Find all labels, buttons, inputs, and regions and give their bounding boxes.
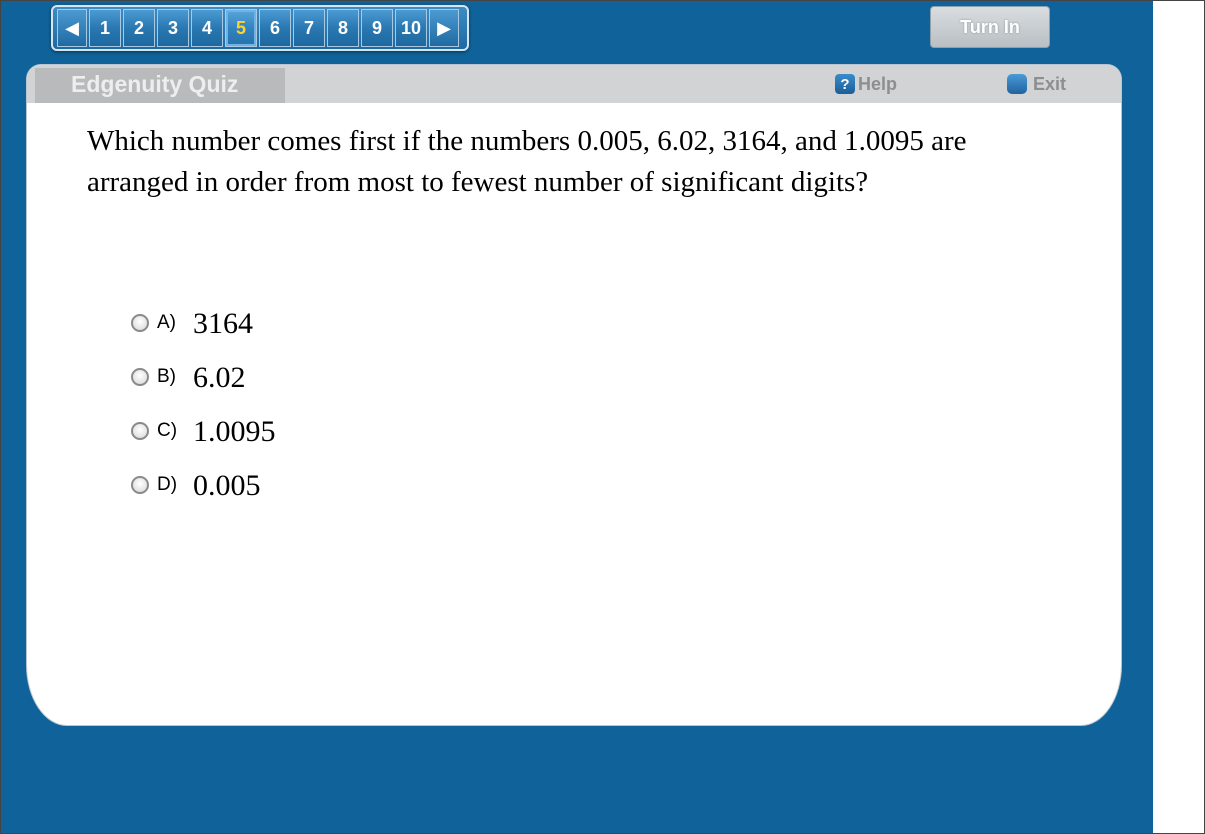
- choice-letter: C): [157, 420, 178, 441]
- next-question-button[interactable]: ▶: [429, 9, 459, 47]
- choice-letter: A): [157, 312, 176, 333]
- question-4-button[interactable]: 4: [191, 9, 223, 47]
- choice-text: 3164: [193, 307, 253, 340]
- panel-header: Edgenuity Quiz ? Help Exit: [27, 65, 1121, 103]
- question-9-button[interactable]: 9: [361, 9, 393, 47]
- exit-label: Exit: [1033, 73, 1067, 94]
- choice-text: 0.005: [193, 469, 261, 502]
- question-2-button[interactable]: 2: [123, 9, 155, 47]
- choice-d[interactable]: D) 0.005: [131, 459, 276, 513]
- exit-button[interactable]: Exit: [1007, 73, 1066, 95]
- choice-letter: B): [157, 366, 176, 387]
- choice-letter: D): [157, 474, 178, 495]
- choice-text: 1.0095: [193, 415, 276, 448]
- question-5-button[interactable]: 5: [225, 9, 257, 47]
- question-10-button[interactable]: 10: [395, 9, 427, 47]
- question-navigator: ◀ 1 2 3 4 5 6 7 8 9 10 ▶: [51, 5, 469, 51]
- answer-choices: A) 3164 B) 6.02 C) 1.0095 D) 0.005: [131, 297, 276, 513]
- question-7-button[interactable]: 7: [293, 9, 325, 47]
- help-icon: ?: [835, 74, 855, 94]
- help-button[interactable]: ? Help: [835, 73, 897, 95]
- panel-title: Edgenuity Quiz: [71, 71, 239, 97]
- previous-question-button[interactable]: ◀: [57, 9, 87, 47]
- question-text: Which number comes first if the numbers …: [87, 125, 967, 198]
- radio-button[interactable]: [131, 314, 149, 332]
- question-1-button[interactable]: 1: [89, 9, 121, 47]
- radio-button[interactable]: [131, 368, 149, 386]
- question-3-button[interactable]: 3: [157, 9, 189, 47]
- question-8-button[interactable]: 8: [327, 9, 359, 47]
- choice-c[interactable]: C) 1.0095: [131, 405, 276, 459]
- choice-text: 6.02: [193, 361, 246, 394]
- turn-in-button[interactable]: Turn In: [930, 6, 1050, 48]
- help-label: Help: [858, 73, 898, 94]
- window-frame: ◀ 1 2 3 4 5 6 7 8 9 10 ▶ Turn In Edgenui…: [0, 0, 1205, 834]
- quiz-panel: Edgenuity Quiz ? Help Exit Which number …: [27, 65, 1121, 725]
- question-6-button[interactable]: 6: [259, 9, 291, 47]
- radio-button[interactable]: [131, 422, 149, 440]
- choice-b[interactable]: B) 6.02: [131, 351, 276, 405]
- quiz-stage: ◀ 1 2 3 4 5 6 7 8 9 10 ▶ Turn In Edgenui…: [1, 1, 1153, 833]
- exit-icon: [1007, 74, 1027, 94]
- choice-a[interactable]: A) 3164: [131, 297, 276, 351]
- radio-button[interactable]: [131, 476, 149, 494]
